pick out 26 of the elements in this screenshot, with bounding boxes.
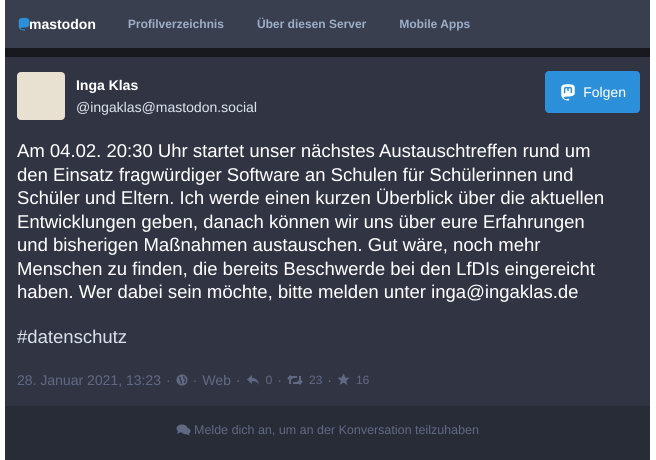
hashtag-link[interactable]: #datenschutz (17, 326, 128, 348)
reply-icon[interactable] (246, 374, 260, 386)
status-text: Am 04.02. 20:30 Uhr startet unser nächstes Austauschtreffen rund um den Einsatz fragwürdiger Software an Schulen für Schülerinnen und Schüler und Eltern. Ich werde einen kurzen Überblick über die aktuellen Entwicklungen geben, danach können wir uns über eure Erfahrungen und bisherigen Maßnahmen austauschen. Gut wäre, noch mehr Menschen zu finden, die bereits Beschwerde bei den LfDIs eingereicht haben. Wer dabei sein möchte, bitte melden unter inga@ingaklas.de (17, 139, 606, 304)
star-icon[interactable] (336, 373, 350, 386)
separator-dot: · (192, 372, 198, 388)
nav-link[interactable]: Über diesen Server (256, 17, 366, 31)
application-name: Web (202, 372, 231, 388)
separator-dot: · (166, 372, 171, 388)
logo-icon (17, 16, 31, 32)
globe-icon (176, 374, 188, 386)
boost-count: 23 (308, 372, 322, 386)
mastodon-icon (559, 83, 578, 101)
login-prompt-link[interactable]: Melde dich an, um an der Konversation teilzuhaben (194, 423, 479, 437)
account-handle[interactable]: @ingaklas@mastodon.social (76, 99, 546, 115)
separator-dot: · (277, 372, 282, 388)
boost-icon[interactable] (286, 374, 303, 386)
separator-dot: · (236, 372, 241, 388)
follow-button[interactable]: Folgen (545, 71, 640, 113)
nav-link[interactable]: Mobile Apps (399, 17, 470, 31)
separator-dot: · (327, 372, 332, 388)
chat-bubbles-icon (176, 424, 192, 436)
nav-link[interactable]: Profilverzeichnis (128, 17, 224, 31)
display-name[interactable]: Inga Klas (76, 77, 546, 93)
reply-count: 0 (266, 372, 272, 386)
favourite-count: 16 (356, 372, 370, 386)
logo-link[interactable]: mastodon (29, 16, 96, 32)
